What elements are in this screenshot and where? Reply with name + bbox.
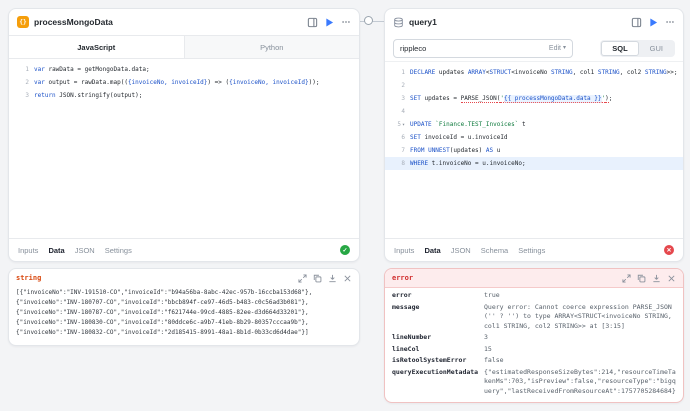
resource-selector[interactable]: rippleco Edit ▾ <box>393 39 573 58</box>
code-line: 2 <box>385 79 683 92</box>
code-line: 7FROM UNNEST(updates) AS u <box>385 144 683 157</box>
tab-json[interactable]: JSON <box>451 246 471 255</box>
run-query-icon[interactable] <box>649 18 658 27</box>
js-query-panel: {} processMongoData JavaScriptPython 1va… <box>8 8 360 262</box>
code-line: 1var rawData = getMongoData.data; <box>9 63 359 76</box>
open-in-editor-icon[interactable] <box>631 17 642 28</box>
field-lineCol: lineCol15 <box>392 345 676 355</box>
resource-name: rippleco <box>400 44 549 53</box>
error-panel: error errortrue messageQuery error: Canno… <box>384 268 684 403</box>
tab-settings[interactable]: Settings <box>105 246 132 255</box>
tab-settings[interactable]: Settings <box>518 246 545 255</box>
sql-query-title: query1 <box>409 17 437 27</box>
tab-data[interactable]: Data <box>424 246 440 255</box>
query-editor-canvas: {} processMongoData JavaScriptPython 1va… <box>0 0 690 411</box>
output-type-label: string <box>16 274 41 282</box>
field-isRetoolSystemError: isRetoolSystemErrorfalse <box>392 356 676 366</box>
sql-query-panel: query1 rippleco Edit ▾ <box>384 8 684 262</box>
field-message: messageQuery error: Cannot coerce expres… <box>392 303 676 332</box>
field-queryExecutionMetadata: queryExecutionMetadata{"estimatedRespons… <box>392 368 676 397</box>
tab-gui[interactable]: GUI <box>639 41 674 56</box>
download-icon[interactable] <box>652 274 661 283</box>
tab-data[interactable]: Data <box>48 246 64 255</box>
output-line: [{"invoiceNo":"INV-191510-CO","invoiceId… <box>16 288 352 298</box>
tab-python[interactable]: Python <box>184 36 360 58</box>
error-type-label: error <box>392 274 413 282</box>
js-result-tabs: Inputs Data JSON Settings ✓ <box>9 238 359 261</box>
code-line: 2var output = rawData.map(({invoiceNo, i… <box>9 76 359 89</box>
fold-icon: ▾ <box>402 122 405 128</box>
output-line: {"invoiceNo":"INV-180707-CO","invoiceId"… <box>16 298 352 308</box>
output-header: string <box>9 269 359 287</box>
js-output-panel: string [{"invoiceNo":"INV-191510-CO","in… <box>8 268 360 346</box>
output-line: {"invoiceNo":"INV-180830-CO","invoiceId"… <box>16 318 352 328</box>
resource-edit-button[interactable]: Edit ▾ <box>549 45 566 52</box>
download-icon[interactable] <box>328 274 337 283</box>
expand-icon[interactable] <box>622 274 631 283</box>
code-line: 5▾UPDATE `Finance.TEST_Invoices` t <box>385 118 683 131</box>
tab-inputs[interactable]: Inputs <box>18 246 38 255</box>
output-line: {"invoiceNo":"INV-180832-CO","invoiceId"… <box>16 328 352 338</box>
sql-gui-toggle: SQLGUI <box>600 40 675 57</box>
code-line: 6SET invoiceId = u.invoiceId <box>385 131 683 144</box>
tab-schema[interactable]: Schema <box>481 246 509 255</box>
js-panel-header: {} processMongoData <box>9 9 359 35</box>
success-indicator-icon: ✓ <box>340 245 350 255</box>
error-header: error <box>385 269 683 288</box>
javascript-icon: {} <box>17 16 29 28</box>
code-line: 3SET updates = PARSE_JSON('{{ processMon… <box>385 92 683 105</box>
node-connector-port[interactable] <box>364 16 373 25</box>
js-code-editor[interactable]: 1var rawData = getMongoData.data;2var ou… <box>9 59 359 238</box>
tab-inputs[interactable]: Inputs <box>394 246 414 255</box>
more-options-icon[interactable] <box>665 17 675 27</box>
more-options-icon[interactable] <box>341 17 351 27</box>
copy-icon[interactable] <box>637 274 646 283</box>
close-icon[interactable] <box>667 274 676 283</box>
code-line: 1DECLARE updates ARRAY<STRUCT<invoiceNo … <box>385 66 683 79</box>
copy-icon[interactable] <box>313 274 322 283</box>
chevron-down-icon: ▾ <box>563 45 566 51</box>
js-query-title: processMongoData <box>34 17 113 27</box>
sql-code-editor[interactable]: 1DECLARE updates ARRAY<STRUCT<invoiceNo … <box>385 62 683 238</box>
expand-icon[interactable] <box>298 274 307 283</box>
code-line: 8WHERE t.invoiceNo = u.invoiceNo; <box>385 157 683 170</box>
close-icon[interactable] <box>343 274 352 283</box>
string-output: [{"invoiceNo":"INV-191510-CO","invoiceId… <box>9 287 359 342</box>
language-tabs: JavaScriptPython <box>9 35 359 59</box>
field-error: errortrue <box>392 291 676 301</box>
resource-row: rippleco Edit ▾ SQLGUI <box>385 35 683 62</box>
error-indicator-icon: ✕ <box>664 245 674 255</box>
sql-panel-header: query1 <box>385 9 683 35</box>
tab-json[interactable]: JSON <box>75 246 95 255</box>
database-icon <box>393 17 404 28</box>
tab-javascript[interactable]: JavaScript <box>9 36 184 58</box>
code-line: 3return JSON.stringify(output); <box>9 89 359 102</box>
sql-result-tabs: Inputs Data JSON Schema Settings ✕ <box>385 238 683 261</box>
run-query-icon[interactable] <box>325 18 334 27</box>
error-details: errortrue messageQuery error: Cannot coer… <box>385 288 683 402</box>
code-line: 4 <box>385 105 683 118</box>
tab-sql[interactable]: SQL <box>601 41 638 56</box>
open-in-editor-icon[interactable] <box>307 17 318 28</box>
output-line: {"invoiceNo":"INV-180787-CO","invoiceId"… <box>16 308 352 318</box>
field-lineNumber: lineNumber3 <box>392 333 676 343</box>
